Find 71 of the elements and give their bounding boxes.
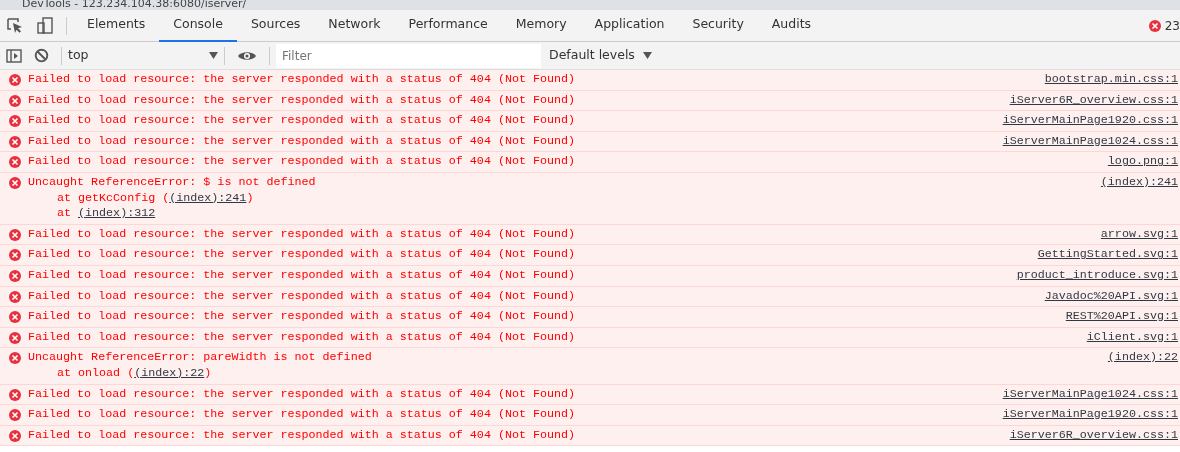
error-icon	[9, 249, 21, 262]
error-message: Failed to load resource: the server responded with a status of 404 (Not Found)	[28, 72, 576, 86]
error-icon	[9, 156, 21, 169]
tab[interactable]: Audits	[757, 9, 826, 42]
source-link[interactable]: iServer6R_overview.css:1	[1009, 92, 1180, 109]
stack-frame: at	[57, 206, 79, 221]
error-message: Uncaught ReferenceError: pareWidth is not defined	[28, 350, 372, 365]
source-link[interactable]: bootstrap.min.css:1	[1044, 72, 1180, 88]
error-message: Failed to load resource: the server responded with a status of 404 (Not Found)	[28, 309, 576, 324]
source-link[interactable]: iServerMainPage1024.css:1	[1002, 386, 1180, 403]
source-link[interactable]: iServer6R_overview.css:1	[1009, 427, 1180, 444]
stack-link[interactable]: (index):22	[134, 365, 205, 380]
stack-paren: )	[246, 190, 254, 205]
error-icon	[9, 269, 21, 282]
levels-dropdown[interactable]: Default levels	[549, 46, 652, 65]
error-message: Failed to load resource: the server responded with a status of 404 (Not Found)	[28, 288, 576, 303]
tab[interactable]: Elements	[73, 9, 160, 42]
error-icon	[9, 388, 21, 401]
source-link[interactable]: REST%20API.svg:1	[1065, 309, 1180, 325]
stack-link[interactable]: (index):241	[169, 190, 247, 205]
source-link[interactable]: Javadoc%20API.svg:1	[1044, 288, 1180, 305]
tab[interactable]: Network	[314, 9, 395, 42]
source-link[interactable]: arrow.svg:1	[1100, 226, 1180, 243]
error-icon	[9, 429, 21, 442]
tab[interactable]: Security	[678, 9, 758, 42]
source-link[interactable]: (index):22	[1107, 350, 1180, 366]
tab[interactable]: Memory	[501, 9, 581, 42]
error-icon	[9, 331, 21, 344]
error-message: Failed to load resource: the server responded with a status of 404 (Not Found)	[28, 427, 576, 442]
source-link[interactable]: iServerMainPage1024.css:1	[1002, 133, 1180, 150]
caret-icon	[209, 52, 218, 59]
filter-field[interactable]: Filter	[276, 43, 541, 68]
caret-icon	[642, 52, 652, 59]
error-message: Uncaught ReferenceError: $ is not defined	[28, 174, 316, 189]
tab[interactable]: Application	[580, 9, 679, 42]
error-icon	[9, 290, 21, 303]
error-icon	[9, 94, 21, 107]
stack-link[interactable]: (index):312	[78, 206, 156, 221]
error-icon	[9, 74, 21, 86]
source-link[interactable]: product_introduce.svg:1	[1016, 267, 1180, 284]
error-icon	[9, 409, 21, 422]
error-icon	[9, 115, 21, 128]
error-message: Failed to load resource: the server responded with a status of 404 (Not Found)	[28, 247, 576, 262]
source-link[interactable]: iClient.svg:1	[1086, 329, 1180, 346]
error-message: Failed to load resource: the server responded with a status of 404 (Not Found)	[28, 386, 576, 401]
context-dropdown[interactable]: top	[68, 46, 218, 65]
error-message: Failed to load resource: the server responded with a status of 404 (Not Found)	[28, 92, 576, 107]
error-icon	[9, 311, 21, 324]
error-message: Failed to load resource: the server responded with a status of 404 (Not Found)	[28, 267, 576, 282]
error-message: Failed to load resource: the server responded with a status of 404 (Not Found)	[28, 407, 576, 422]
error-icon	[1148, 19, 1161, 32]
error-message: Failed to load resource: the server responded with a status of 404 (Not Found)	[28, 154, 576, 169]
error-count[interactable]: 23	[1164, 16, 1180, 35]
source-link[interactable]: logo.png:1	[1107, 154, 1180, 170]
stack-frame: at onload (	[57, 365, 135, 380]
tab[interactable]: Sources	[236, 9, 315, 42]
error-icon	[9, 176, 21, 189]
error-icon	[9, 135, 21, 148]
source-link[interactable]: GettingStarted.svg:1	[1037, 247, 1180, 263]
error-message: Failed to load resource: the server responded with a status of 404 (Not Found)	[28, 329, 576, 344]
error-message: Failed to load resource: the server responded with a status of 404 (Not Found)	[28, 226, 576, 241]
source-link[interactable]: (index):241	[1100, 174, 1180, 191]
stack-frame: at getKcConfig (	[57, 190, 170, 205]
error-message: Failed to load resource: the server responded with a status of 404 (Not Found)	[28, 113, 576, 128]
error-message: Failed to load resource: the server responded with a status of 404 (Not Found)	[28, 133, 576, 148]
source-link[interactable]: iServerMainPage1920.css:1	[1002, 113, 1180, 129]
source-link[interactable]: iServerMainPage1920.css:1	[1002, 407, 1180, 423]
error-icon	[9, 228, 21, 241]
tab[interactable]: Performance	[394, 9, 502, 42]
stack-paren: )	[204, 365, 212, 380]
error-icon	[9, 352, 21, 365]
